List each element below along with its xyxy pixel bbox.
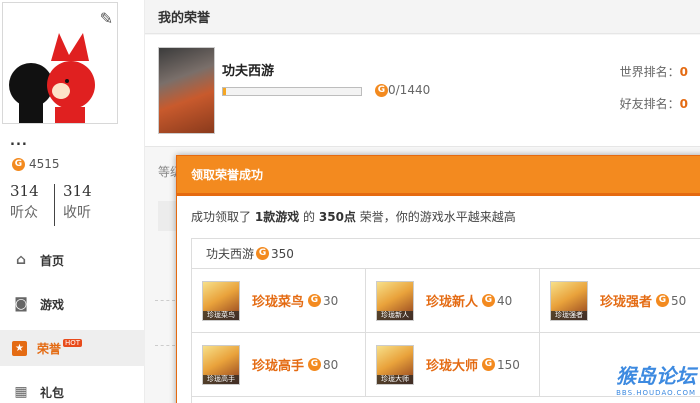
badge-caption: 珍珑菜鸟 (203, 310, 239, 320)
badge-caption: 珍珑高手 (203, 374, 239, 384)
edit-pencil-icon[interactable]: ✎ (100, 9, 113, 28)
achievement-name: 珍珑大师 (426, 359, 479, 374)
nickname: ... (10, 134, 28, 149)
honor-progress-bar (222, 87, 362, 96)
achievement-item[interactable]: 珍珑大师 珍珑大师 G 150 (366, 333, 540, 397)
coin-amount: 4515 (29, 157, 60, 171)
achievement-badge-icon: 珍珑强者 (550, 280, 588, 321)
msg-games: 1款游戏 (254, 210, 300, 224)
achievement-name: 珍珑高手 (252, 359, 305, 374)
game-card: 功夫西游 G 0/1440 世界排名：0 好友排名：0 (145, 35, 700, 147)
coin-icon: G (12, 157, 25, 171)
nav-label: 首页 (40, 253, 65, 268)
game-cover-image[interactable] (158, 47, 215, 134)
achievement-badge-icon: 珍珑新人 (376, 280, 414, 321)
follow-stats: 314 听众 314 收听 (10, 182, 107, 226)
world-rank-label: 世界排名： (619, 65, 680, 79)
friend-rank-label: 好友排名： (619, 97, 680, 111)
msg-mid: 的 (303, 210, 316, 224)
msg-suffix: 荣誉，你的游戏水平越来越高 (359, 210, 516, 224)
following-label: 收听 (63, 205, 91, 221)
page-header: 我的荣誉 (145, 0, 700, 34)
achievement-name: 珍珑新人 (426, 295, 479, 310)
achievement-item[interactable]: 珍珑新人 珍珑新人 G 40 (366, 269, 540, 333)
points-value: 30 (323, 293, 339, 308)
watermark-url: BBS.HOUDAO.COM (616, 389, 696, 397)
badge-caption: 珍珑强者 (551, 310, 587, 320)
achievement-points: G 40 (482, 294, 512, 308)
achievement-badge-icon: 珍珑菜鸟 (202, 280, 240, 321)
msg-points: 350点 (318, 210, 356, 224)
points-value: 150 (497, 357, 520, 372)
points-value: 80 (323, 357, 339, 372)
nav-label: 礼包 (40, 385, 65, 400)
honor-coin-icon: G (375, 83, 388, 97)
coin-icon: G (308, 358, 321, 371)
points-value: 40 (497, 293, 513, 308)
following-stat[interactable]: 314 收听 (63, 182, 107, 226)
star-icon: ★ (12, 340, 27, 356)
coin-icon: G (656, 294, 669, 307)
nav-label: 荣誉 (37, 341, 62, 356)
badge-caption: 珍珑大师 (377, 374, 413, 384)
coin-balance: G 4515 (12, 157, 60, 171)
reward-coin-icon: G (256, 247, 270, 260)
gift-icon: ▦ (14, 384, 28, 400)
divider (155, 345, 175, 346)
stat-divider (54, 184, 55, 226)
achievement-badge-icon: 珍珑大师 (376, 344, 414, 385)
honor-progress-text: G 0/1440 (375, 83, 430, 97)
dialog-header: 领取荣誉成功 (177, 156, 700, 196)
dialog-title: 领取荣誉成功 (191, 168, 264, 182)
following-count: 314 (63, 182, 92, 200)
nav-item-honor[interactable]: ★ 荣誉 HOT (0, 330, 145, 366)
sidebar: ✎ ... G 4515 314 听众 314 收听 ⌂ 首页 ◙ 游戏 ★ 荣… (0, 0, 145, 403)
achievement-item[interactable]: 珍珑强者 珍珑强者 G 50 (540, 269, 700, 333)
friend-rank: 好友排名：0 (620, 95, 688, 112)
nav-item-home[interactable]: ⌂ 首页 (0, 242, 145, 278)
achievement-item[interactable]: 珍珑高手 珍珑高手 G 80 (192, 333, 366, 397)
achievement-points: G 150 (482, 358, 520, 372)
achievement-points: G 50 (656, 294, 686, 308)
game-name[interactable]: 功夫西游 (222, 60, 274, 79)
divider (155, 300, 175, 301)
listeners-count: 314 (10, 182, 39, 200)
achievement-points: G 30 (308, 294, 338, 308)
achievement-item[interactable]: 珍珑菜鸟 珍珑菜鸟 G 30 (192, 269, 366, 333)
achievement-name: 珍珑强者 (600, 295, 653, 310)
listeners-label: 听众 (10, 205, 38, 221)
hot-badge: HOT (63, 339, 83, 347)
reward-total-points: 350 (271, 246, 294, 261)
achievement-name: 珍珑菜鸟 (252, 295, 305, 310)
reward-header: 功夫西游 G 350 (192, 239, 700, 269)
points-value: 50 (671, 293, 687, 308)
nav-item-games[interactable]: ◙ 游戏 (0, 286, 145, 322)
coin-icon: G (308, 294, 321, 307)
watermark: 猴岛论坛 BBS.HOUDAO.COM (616, 360, 696, 397)
watermark-logo: 猴岛论坛 (616, 364, 696, 388)
nav-label: 游戏 (40, 297, 65, 312)
nav-item-gift[interactable]: ▦ 礼包 (0, 374, 145, 403)
honor-progress-value: 0/1440 (388, 83, 431, 97)
progress-fill (223, 88, 226, 95)
avatar[interactable]: ✎ (2, 2, 118, 124)
reward-game-name: 功夫西游 (206, 247, 255, 261)
listeners-stat[interactable]: 314 听众 (10, 182, 54, 226)
achievement-points: G 80 (308, 358, 338, 372)
world-rank: 世界排名：0 (620, 63, 688, 80)
friend-rank-value: 0 (679, 97, 688, 111)
badge-caption: 珍珑新人 (377, 310, 413, 320)
gamepad-icon: ◙ (14, 296, 28, 312)
coin-icon: G (482, 294, 495, 307)
world-rank-value: 0 (679, 65, 688, 79)
home-icon: ⌂ (15, 252, 27, 268)
page-title: 我的荣誉 (158, 11, 211, 26)
msg-prefix: 成功领取了 (191, 210, 252, 224)
coin-icon: G (482, 358, 495, 371)
dialog-message: 成功领取了 1款游戏 的 350点 荣誉，你的游戏水平越来越高 (177, 196, 700, 236)
achievement-badge-icon: 珍珑高手 (202, 344, 240, 385)
